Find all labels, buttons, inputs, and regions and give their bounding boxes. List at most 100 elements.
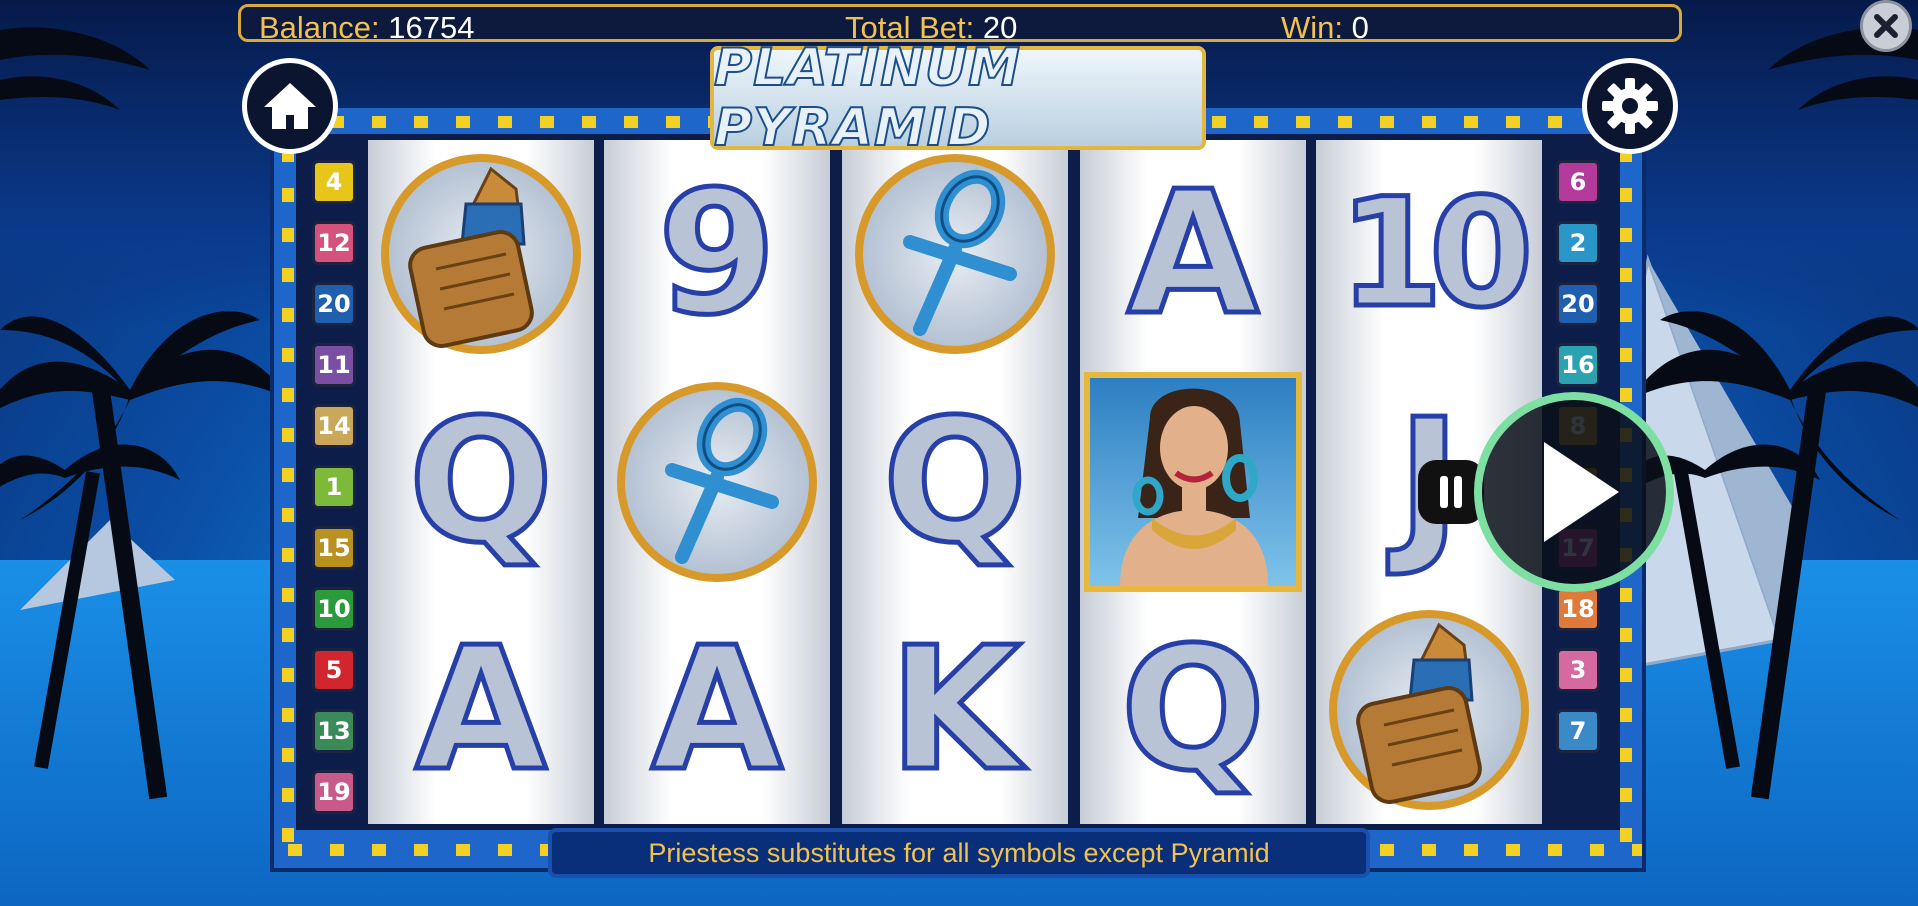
frame-light (1620, 308, 1632, 322)
card-symbol-10: 10 (1336, 167, 1536, 341)
frame-light (414, 116, 428, 128)
win-display: Win: 0 (1281, 10, 1369, 46)
reel-cell (842, 140, 1068, 368)
frame-light (1620, 188, 1632, 202)
payline-marker[interactable]: 10 (312, 587, 356, 631)
payline-marker[interactable]: 7 (1556, 709, 1600, 753)
frame-light (288, 844, 302, 856)
reel-cell: 9 (604, 140, 830, 368)
frame-light (372, 116, 386, 128)
frame-light (1620, 628, 1632, 642)
balance-display: Balance: 16754 (259, 10, 474, 46)
frame-light (330, 844, 344, 856)
payline-marker[interactable]: 11 (312, 343, 356, 387)
balance-label: Balance: (259, 10, 380, 45)
reel-cell (604, 368, 830, 596)
spin-button[interactable] (1474, 392, 1674, 592)
pyramid-left (20, 520, 175, 610)
frame-light (1422, 844, 1436, 856)
reel-cell (1080, 368, 1306, 596)
payline-marker[interactable]: 2 (1556, 221, 1600, 265)
frame-light (1212, 116, 1226, 128)
frame-light (1620, 268, 1632, 282)
frame-light (1620, 748, 1632, 762)
frame-light (1590, 844, 1604, 856)
frame-light (1548, 116, 1562, 128)
payline-marker[interactable]: 1 (312, 465, 356, 509)
frame-light (282, 588, 294, 602)
card-symbol-q: Q (880, 383, 1030, 581)
reel-cell: Q (1080, 596, 1306, 824)
frame-light (282, 788, 294, 802)
frame-light (1620, 588, 1632, 602)
exit-button[interactable] (1860, 0, 1912, 52)
frame-light (282, 348, 294, 362)
priestess-symbol (1084, 372, 1302, 592)
payline-marker[interactable]: 15 (312, 526, 356, 570)
frame-light (1620, 668, 1632, 682)
win-label: Win: (1281, 10, 1343, 45)
frame-light (282, 308, 294, 322)
play-icon (1544, 442, 1619, 542)
frame-light (1296, 116, 1310, 128)
reel-cell: K (842, 596, 1068, 824)
card-symbol-a: A (1125, 155, 1262, 353)
frame-light (666, 116, 680, 128)
card-symbol-a: A (413, 611, 550, 809)
payline-marker[interactable]: 20 (312, 282, 356, 326)
frame-light (456, 844, 470, 856)
frame-light (414, 844, 428, 856)
balance-value: 16754 (388, 10, 475, 45)
frame-light (1506, 116, 1520, 128)
palm-top-left (0, 27, 150, 110)
reel-cell: Q (842, 368, 1068, 596)
reel-1: QA (368, 140, 594, 824)
frame-light (282, 388, 294, 402)
reel-cell: A (1080, 140, 1306, 368)
win-value: 0 (1351, 10, 1369, 45)
payline-marker[interactable]: 6 (1556, 160, 1600, 204)
card-symbol-q: Q (1118, 611, 1268, 809)
payline-marker[interactable]: 13 (312, 709, 356, 753)
frame-light (1338, 116, 1352, 128)
frame-light (1422, 116, 1436, 128)
payline-marker[interactable]: 16 (1556, 343, 1600, 387)
settings-button[interactable] (1582, 58, 1678, 154)
reel-cell (368, 140, 594, 368)
payline-marker[interactable]: 3 (1556, 648, 1600, 692)
frame-light (1620, 228, 1632, 242)
frame-light (282, 828, 294, 842)
reel-cell (1316, 596, 1542, 824)
payline-marker[interactable]: 14 (312, 404, 356, 448)
frame-light (282, 188, 294, 202)
statue-symbol (381, 154, 581, 354)
frame-light (1506, 844, 1520, 856)
reel-3: QK (842, 140, 1068, 824)
info-message: Priestess substitutes for all symbols ex… (548, 828, 1370, 878)
payline-marker[interactable]: 4 (312, 160, 356, 204)
frame-light (1620, 348, 1632, 362)
home-icon (264, 83, 316, 129)
frame-light (624, 116, 638, 128)
frame-light (1380, 116, 1394, 128)
statue-symbol (1329, 610, 1529, 810)
ankh-symbol (855, 154, 1055, 354)
reel-cell: A (604, 596, 830, 824)
frame-light (282, 548, 294, 562)
frame-light (282, 268, 294, 282)
card-symbol-a: A (649, 611, 786, 809)
frame-light (1620, 708, 1632, 722)
reel-cell: 10 (1316, 140, 1542, 368)
home-button[interactable] (242, 58, 338, 154)
payline-marker[interactable]: 20 (1556, 282, 1600, 326)
payline-marker[interactable]: 12 (312, 221, 356, 265)
card-symbol-9: 9 (655, 155, 778, 353)
payline-marker[interactable]: 5 (312, 648, 356, 692)
payline-marker[interactable]: 18 (1556, 587, 1600, 631)
payline-marker[interactable]: 19 (312, 770, 356, 814)
card-symbol-k: K (887, 611, 1024, 809)
frame-light (498, 116, 512, 128)
reel-cell: A (368, 596, 594, 824)
frame-light (282, 468, 294, 482)
frame-light (456, 116, 470, 128)
